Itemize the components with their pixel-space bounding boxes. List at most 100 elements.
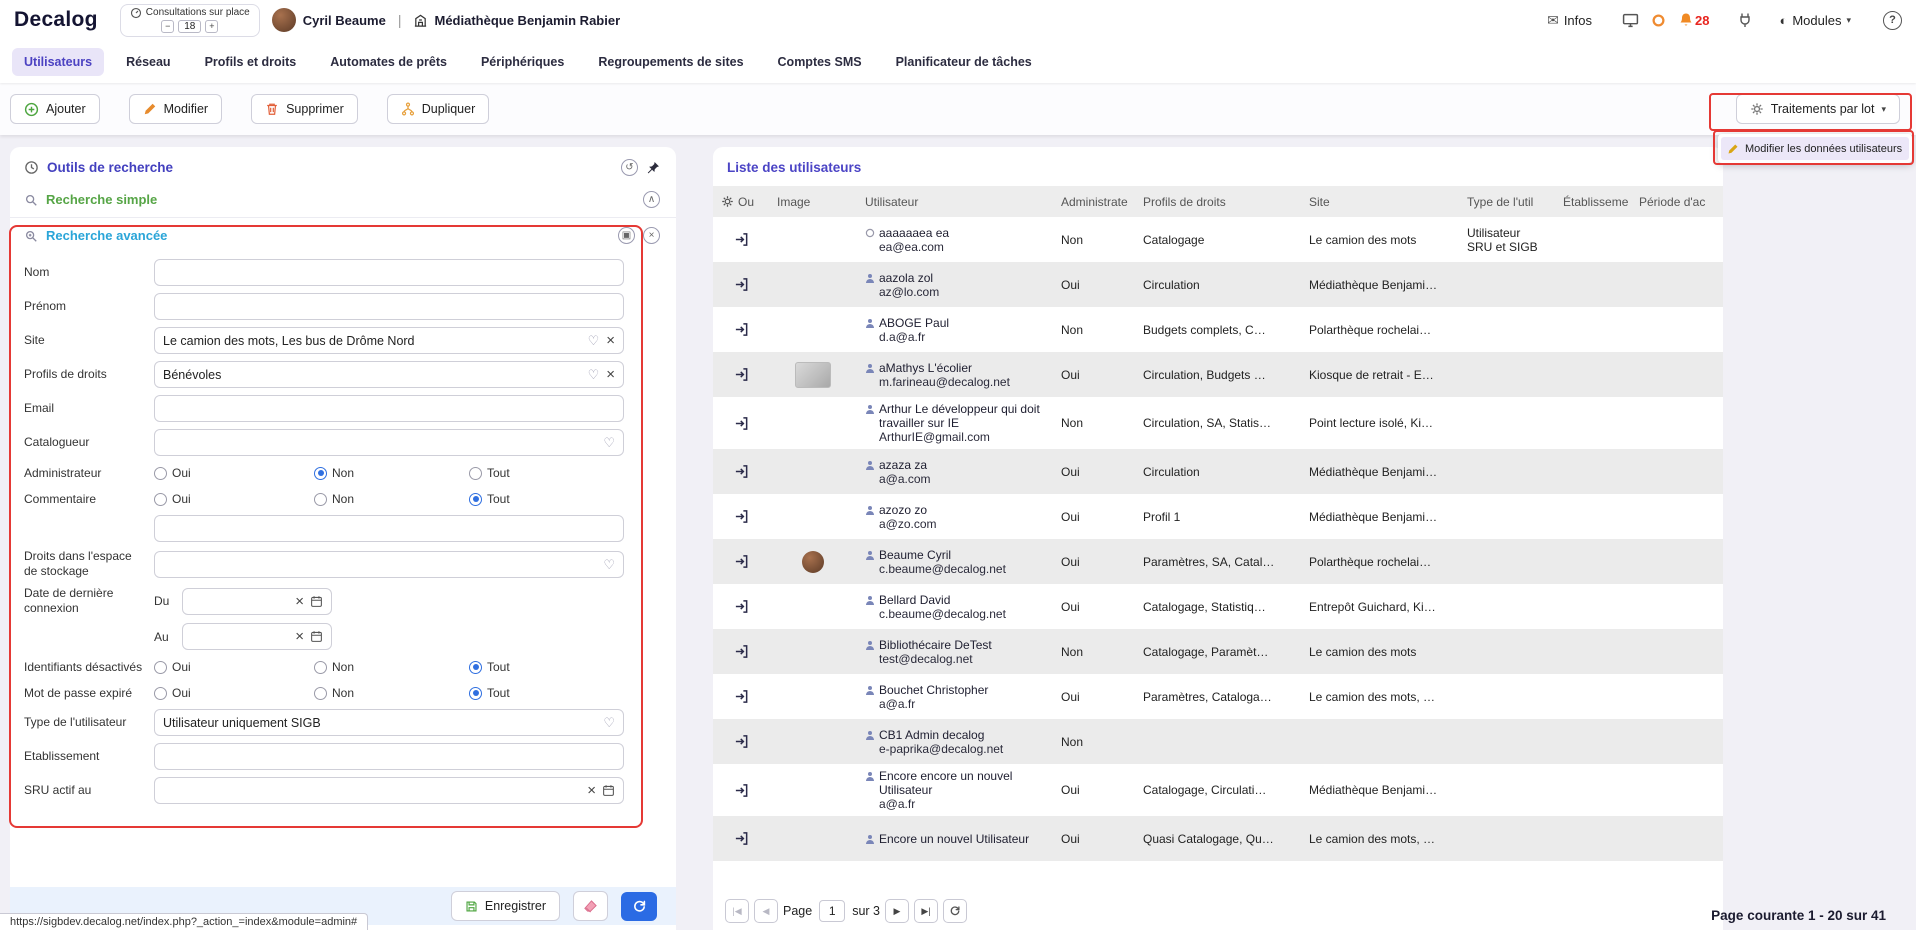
catalogueur-input[interactable] [163, 436, 597, 450]
last-page-button[interactable]: ▶| [914, 899, 938, 923]
radio-mot_de_passe-oui[interactable]: Oui [154, 686, 314, 700]
prenom-input[interactable] [163, 300, 615, 314]
user-row[interactable]: Bibliothécaire DeTesttest@decalog.netNon… [713, 629, 1723, 674]
status-ring-icon[interactable] [1651, 13, 1666, 28]
pin-icon[interactable] [646, 161, 660, 175]
etablissement-input[interactable] [163, 750, 615, 764]
calendar-icon[interactable] [310, 630, 323, 643]
droits-input[interactable] [163, 557, 597, 571]
login-icon[interactable] [734, 232, 749, 247]
radio-commentaire-oui[interactable]: Oui [154, 492, 314, 506]
user-row[interactable]: aMathys L'écolierm.farineau@decalog.netO… [713, 352, 1723, 397]
login-icon[interactable] [734, 322, 749, 337]
user-row[interactable]: Beaume Cyrilc.beaume@decalog.netOuiParam… [713, 539, 1723, 584]
tab-comptes-sms[interactable]: Comptes SMS [766, 48, 874, 76]
screen-share-icon[interactable] [1622, 12, 1639, 29]
radio-administrateur-oui[interactable]: Oui [154, 466, 314, 480]
user-row[interactable]: Encore encore un nouvel Utilisateura@a.f… [713, 764, 1723, 816]
clear-icon[interactable]: × [606, 333, 615, 348]
consultations-decrement-button[interactable]: − [161, 20, 174, 33]
user-row[interactable]: Bellard Davidc.beaume@decalog.netOuiCata… [713, 584, 1723, 629]
user-row[interactable]: azaza zaa@a.comOuiCirculationMédiathèque… [713, 449, 1723, 494]
infos-button[interactable]: ✉ Infos [1547, 12, 1592, 29]
duplicate-button[interactable]: Dupliquer [387, 94, 490, 124]
column-header-profils-de-droits[interactable]: Profils de droits [1135, 191, 1301, 213]
clear-icon[interactable]: × [295, 629, 304, 644]
login-icon[interactable] [734, 599, 749, 614]
menu-item-edit-user-data[interactable]: Modifier les données utilisateurs [1721, 137, 1909, 160]
help-button[interactable]: ? [1883, 11, 1902, 30]
radio-administrateur-non[interactable]: Non [314, 466, 469, 480]
favorite-icon[interactable]: ♡ [603, 436, 615, 449]
login-icon[interactable] [734, 831, 749, 846]
radio-mot_de_passe-tout[interactable]: Tout [469, 686, 510, 700]
radio-commentaire-tout[interactable]: Tout [469, 492, 510, 506]
save-search-button[interactable]: Enregistrer [451, 891, 560, 921]
radio-identifiants-oui[interactable]: Oui [154, 660, 314, 674]
radio-identifiants-tout[interactable]: Tout [469, 660, 510, 674]
column-header-image[interactable]: Image [769, 191, 857, 213]
plug-icon[interactable] [1737, 12, 1753, 28]
current-site-selector[interactable]: Médiathèque Benjamin Rabier [413, 13, 620, 28]
clear-icon[interactable]: × [295, 594, 304, 609]
clear-icon[interactable]: × [606, 367, 615, 382]
calendar-icon[interactable] [602, 784, 615, 797]
site-input[interactable] [163, 334, 582, 348]
favorite-icon[interactable]: ♡ [603, 716, 615, 729]
gear-icon[interactable] [721, 195, 734, 208]
delete-button[interactable]: Supprimer [251, 94, 358, 124]
radio-identifiants-non[interactable]: Non [314, 660, 469, 674]
current-user-menu[interactable]: Cyril Beaume [272, 8, 386, 32]
login-icon[interactable] [734, 554, 749, 569]
user-row[interactable]: Encore un nouvel UtilisateurOuiQuasi Cat… [713, 816, 1723, 861]
collapse-icon[interactable]: ∧ [643, 191, 660, 208]
login-icon[interactable] [734, 734, 749, 749]
notifications-button[interactable]: 28 [1678, 12, 1709, 28]
column-header-periode-d-ac[interactable]: Période d'ac [1631, 191, 1723, 213]
prev-page-button[interactable]: ◀ [754, 899, 778, 923]
calendar-icon[interactable] [310, 595, 323, 608]
reset-search-icon[interactable]: ↺ [621, 159, 638, 176]
login-icon[interactable] [734, 644, 749, 659]
clear-search-button[interactable] [573, 891, 608, 921]
commentaire-input[interactable] [163, 522, 615, 536]
column-header-utilisateur[interactable]: Utilisateur [857, 191, 1053, 213]
login-icon[interactable] [734, 277, 749, 292]
user-row[interactable]: CB1 Admin decaloge-paprika@decalog.netNo… [713, 719, 1723, 764]
modules-menu[interactable]: ◐ Modules ▾ [1779, 13, 1851, 28]
clear-icon[interactable]: × [587, 783, 596, 798]
simple-search-section-header[interactable]: Recherche simple ∧ [10, 182, 676, 218]
login-icon[interactable] [734, 783, 749, 798]
user-row[interactable]: aaaaaaea eaea@ea.comNonCatalogageLe cami… [713, 217, 1723, 262]
nom-input[interactable] [163, 266, 615, 280]
run-search-button[interactable] [621, 892, 657, 921]
column-header-site[interactable]: Site [1301, 191, 1459, 213]
user-row[interactable]: azozo zoa@zo.comOuiProfil 1Médiathèque B… [713, 494, 1723, 539]
sru-input[interactable] [163, 784, 580, 798]
user-row[interactable]: ABOGE Pauld.a@a.frNonBudgets complets, C… [713, 307, 1723, 352]
user-row[interactable]: aazola zolaz@lo.comOuiCirculationMédiath… [713, 262, 1723, 307]
next-page-button[interactable]: ▶ [885, 899, 909, 923]
user-row[interactable]: Arthur Le développeur qui doit travaille… [713, 397, 1723, 449]
type-utilisateur-input[interactable] [163, 716, 597, 730]
close-advanced-icon[interactable]: × [643, 227, 660, 244]
save-query-icon[interactable]: ▣ [618, 227, 635, 244]
column-header-etablisseme[interactable]: Établisseme [1555, 191, 1631, 213]
date-du-input[interactable] [191, 594, 288, 608]
radio-administrateur-tout[interactable]: Tout [469, 466, 510, 480]
refresh-list-button[interactable] [943, 899, 967, 923]
tab-planificateur-de-taches[interactable]: Planificateur de tâches [884, 48, 1044, 76]
radio-mot_de_passe-non[interactable]: Non [314, 686, 469, 700]
column-header-administrate[interactable]: Administrate [1053, 191, 1135, 213]
column-header-ou[interactable]: Ou [713, 191, 769, 213]
edit-button[interactable]: Modifier [129, 94, 222, 124]
column-header-type-de-l-util[interactable]: Type de l'util [1459, 191, 1555, 213]
tab-regroupements-de-sites[interactable]: Regroupements de sites [586, 48, 755, 76]
page-number-input[interactable] [819, 900, 845, 922]
tab-utilisateurs[interactable]: Utilisateurs [12, 48, 104, 76]
email-input[interactable] [163, 402, 615, 416]
tab-profils-et-droits[interactable]: Profils et droits [193, 48, 309, 76]
login-icon[interactable] [734, 509, 749, 524]
first-page-button[interactable]: |◀ [725, 899, 749, 923]
login-icon[interactable] [734, 367, 749, 382]
